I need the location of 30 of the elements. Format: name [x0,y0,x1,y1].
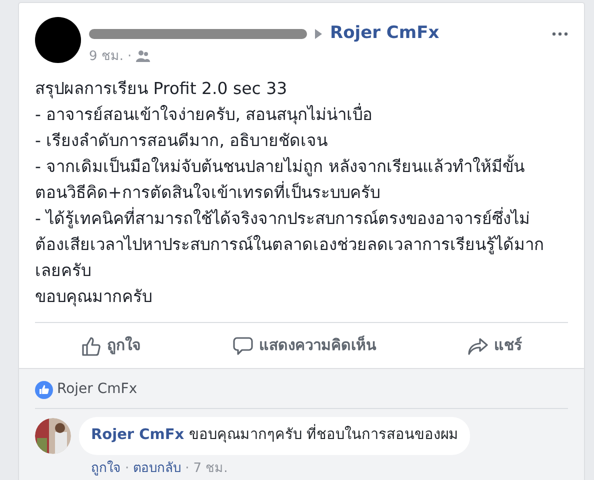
post-text-line: - ได้รู้เทคนิคที่สามารถใช้ได้จริงจากประสบการณ์ตรงของอาจารย์ซึ่งไม่ [35,206,532,230]
share-button[interactable]: แชร์ [462,330,528,361]
avatar[interactable] [35,418,71,454]
likers-link[interactable]: Rojer CmFx [57,379,138,400]
separator-dot: · [185,460,190,478]
triangle-icon [315,28,322,39]
share-arrow-icon [468,336,488,354]
commenter-name-link[interactable]: Rojer CmFx [91,427,184,443]
post-text-line: - เรียงลำดับการสอนดีมาก, อธิบายชัดเจน [35,130,329,152]
comment-time: 7 ชม. [193,460,228,478]
comment-button[interactable]: แสดงความคิดเห็น [227,330,382,361]
post-text-line: - จากเดิมเป็นมือใหม่จับต้นชนปลายไม่ถูก หลังจากเรียนแล้วทำให้มีขั้น [35,154,568,180]
comment-action-link[interactable]: ถูกใจ [91,458,121,478]
comment-action-link[interactable]: ตอบกลับ [133,458,182,478]
avatar[interactable] [35,17,81,63]
thumbs-up-icon [81,336,101,356]
people-icon[interactable] [136,50,150,62]
post-text-line: สรุปผลการเรียน Profit 2.0 sec 33 [35,78,288,100]
separator-dot: · [125,460,130,478]
post-text-line: - อาจารย์สอนเข้าใจง่ายครับ, สอนสนุกไม่น่าเบื่อ [35,102,374,126]
post-text-line: ขอบคุณมากครับ [35,286,153,308]
like-badge-icon [35,380,53,398]
post-text-line: ตอนวิธีคิด+การตัดสินใจเข้าเทรดที่เป็นระบบครับ [35,180,381,204]
like-button[interactable]: ถูกใจ [75,330,147,361]
post-text-line: ต้องเสียเวลาไปหาประสบการณ์ในตลาดเองช่วยลดเวลาการเรียนรู้ได้มาก [35,234,545,256]
speech-bubble-icon [233,336,253,356]
more-icon[interactable] [552,32,568,36]
post-text-line: เลยครับ [35,260,92,282]
page-name-link[interactable]: Rojer CmFx [330,21,440,46]
separator-dot: · [128,48,132,66]
